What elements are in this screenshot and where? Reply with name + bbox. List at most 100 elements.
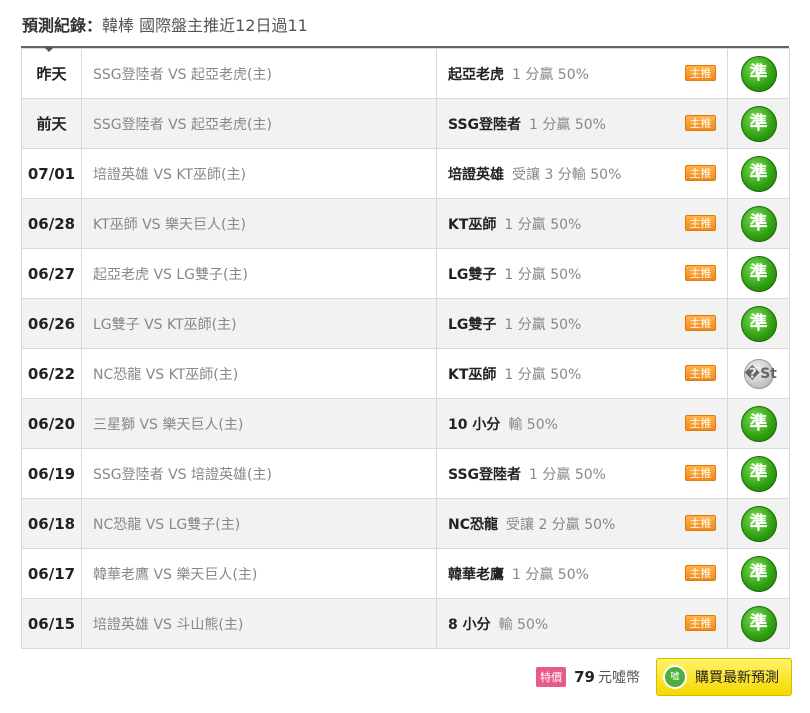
row-date: 06/19 <box>21 448 82 499</box>
row-result: 準 <box>727 398 790 449</box>
row-pick: 起亞老虎 1 分贏 50% 主推 <box>436 48 728 99</box>
row-match: NC恐龍 VS LG雙子(主) <box>81 498 437 549</box>
pick-team: SSG登陸者 <box>448 116 522 133</box>
row-match: NC恐龍 VS KT巫師(主) <box>81 348 437 399</box>
pick-odds: 1 分贏 50% <box>529 466 606 483</box>
result-win-icon: 準 <box>740 255 777 292</box>
main-pick-badge: 主推 <box>685 314 716 331</box>
row-date: 昨天 <box>21 48 82 99</box>
row-result: 準 <box>727 448 790 499</box>
row-pick: 韓華老鷹 1 分贏 50% 主推 <box>436 548 728 599</box>
buy-button-label: 購買最新預測 <box>695 670 779 686</box>
result-win-icon: 準 <box>740 205 777 242</box>
row-result: 準 <box>727 48 790 99</box>
title-subtitle: 韓棒 國際盤主推近12日過11 <box>102 16 308 35</box>
row-result: 準 <box>727 548 790 599</box>
row-result: 準 <box>727 198 790 249</box>
row-date: 06/17 <box>21 548 82 599</box>
table-row: 06/22 NC恐龍 VS KT巫師(主) KT巫師 1 分贏 50% 主推 �St <box>21 348 790 399</box>
pick-team: 培證英雄 <box>448 166 504 183</box>
pick-odds: 1 分贏 50% <box>512 66 589 83</box>
coin-icon: 噓 <box>663 665 687 689</box>
row-date: 06/22 <box>21 348 82 399</box>
result-win-icon: 準 <box>740 455 777 492</box>
row-match: 培證英雄 VS 斗山熊(主) <box>81 598 437 649</box>
pick-team: LG雙子 <box>448 266 497 283</box>
row-date: 前天 <box>21 98 82 149</box>
result-win-icon: 準 <box>740 605 777 642</box>
row-pick: KT巫師 1 分贏 50% 主推 <box>436 198 728 249</box>
row-pick: LG雙子 1 分贏 50% 主推 <box>436 248 728 299</box>
main-pick-badge: 主推 <box>685 414 716 431</box>
table-row: 06/19 SSG登陸者 VS 培證英雄(主) SSG登陸者 1 分贏 50% 主推 準 <box>21 448 790 499</box>
special-price-badge: 特價 <box>536 667 567 687</box>
row-pick: 10 小分輸 50% 主推 <box>436 398 728 449</box>
pick-team: KT巫師 <box>448 216 497 233</box>
price-value: 79 <box>574 668 595 686</box>
main-pick-badge: 主推 <box>685 264 716 281</box>
table-row: 昨天 SSG登陸者 VS 起亞老虎(主) 起亞老虎 1 分贏 50% 主推 準 <box>21 48 790 99</box>
title-label: 預測紀錄： <box>22 16 103 35</box>
row-date: 06/27 <box>21 248 82 299</box>
row-match: SSG登陸者 VS 培證英雄(主) <box>81 448 437 499</box>
row-match: 起亞老虎 VS LG雙子(主) <box>81 248 437 299</box>
pick-odds: 受讓 2 分贏 50% <box>506 516 616 533</box>
row-pick: SSG登陸者 1 分贏 50% 主推 <box>436 98 728 149</box>
row-pick: 8 小分輸 50% 主推 <box>436 598 728 649</box>
result-win-icon: 準 <box>740 405 777 442</box>
row-match: 韓華老鷹 VS 樂天巨人(主) <box>81 548 437 599</box>
pick-team: KT巫師 <box>448 366 497 383</box>
table-row: 前天 SSG登陸者 VS 起亞老虎(主) SSG登陸者 1 分贏 50% 主推 準 <box>21 98 790 149</box>
row-date: 06/15 <box>21 598 82 649</box>
main-pick-badge: 主推 <box>685 164 716 181</box>
main-pick-badge: 主推 <box>685 514 716 531</box>
row-date: 07/01 <box>21 148 82 199</box>
main-pick-badge: 主推 <box>685 64 716 81</box>
purchase-bar: 特價 79 元噓幣 噓 購買最新預測 <box>536 657 792 697</box>
result-win-icon: 準 <box>740 105 777 142</box>
row-pick: KT巫師 1 分贏 50% 主推 <box>436 348 728 399</box>
buy-prediction-button[interactable]: 噓 購買最新預測 <box>656 658 792 696</box>
table-row: 06/26 LG雙子 VS KT巫師(主) LG雙子 1 分贏 50% 主推 準 <box>21 298 790 349</box>
result-win-icon: 準 <box>740 155 777 192</box>
result-win-icon: 準 <box>740 55 777 92</box>
result-push-icon: �St <box>743 358 777 389</box>
row-match: SSG登陸者 VS 起亞老虎(主) <box>81 98 437 149</box>
row-result: 準 <box>727 298 790 349</box>
row-pick: 培證英雄 受讓 3 分輸 50% 主推 <box>436 148 728 199</box>
table-row: 06/15 培證英雄 VS 斗山熊(主) 8 小分輸 50% 主推 準 <box>21 598 790 649</box>
main-pick-badge: 主推 <box>685 564 716 581</box>
row-match: 培證英雄 VS KT巫師(主) <box>81 148 437 199</box>
pick-odds: 受讓 3 分輸 50% <box>512 166 622 183</box>
row-pick: SSG登陸者 1 分贏 50% 主推 <box>436 448 728 499</box>
pick-team: 韓華老鷹 <box>448 566 504 583</box>
pick-odds: 1 分贏 50% <box>512 566 589 583</box>
result-win-icon: 準 <box>740 505 777 542</box>
row-date: 06/18 <box>21 498 82 549</box>
table-row: 07/01 培證英雄 VS KT巫師(主) 培證英雄 受讓 3 分輸 50% 主推 準 <box>21 148 790 199</box>
row-match: KT巫師 VS 樂天巨人(主) <box>81 198 437 249</box>
main-pick-badge: 主推 <box>685 614 716 631</box>
result-win-icon: 準 <box>740 555 777 592</box>
table-row: 06/27 起亞老虎 VS LG雙子(主) LG雙子 1 分贏 50% 主推 準 <box>21 248 790 299</box>
main-pick-badge: 主推 <box>685 364 716 381</box>
pick-odds: 輸 50% <box>498 616 549 633</box>
page-title: 預測紀錄：韓棒 國際盤主推近12日過11 <box>22 12 308 36</box>
pick-team: LG雙子 <box>448 316 497 333</box>
pick-odds: 輸 50% <box>508 416 558 433</box>
pick-team: 8 小分 <box>448 616 491 633</box>
table-row: 06/20 三星獅 VS 樂天巨人(主) 10 小分輸 50% 主推 準 <box>21 398 790 449</box>
result-win-icon: 準 <box>740 305 777 342</box>
row-result: 準 <box>727 598 790 649</box>
pick-odds: 1 分贏 50% <box>504 216 582 233</box>
pick-odds: 1 分贏 50% <box>504 266 582 283</box>
pick-team: 起亞老虎 <box>448 66 504 83</box>
row-date: 06/20 <box>21 398 82 449</box>
pick-team: SSG登陸者 <box>448 466 522 483</box>
main-pick-badge: 主推 <box>685 214 716 231</box>
row-result: 準 <box>727 148 790 199</box>
table-row: 06/17 韓華老鷹 VS 樂天巨人(主) 韓華老鷹 1 分贏 50% 主推 準 <box>21 548 790 599</box>
table-row: 06/18 NC恐龍 VS LG雙子(主) NC恐龍 受讓 2 分贏 50% 主推 準 <box>21 498 790 549</box>
pick-odds: 1 分贏 50% <box>504 366 582 383</box>
row-match: SSG登陸者 VS 起亞老虎(主) <box>81 48 437 99</box>
